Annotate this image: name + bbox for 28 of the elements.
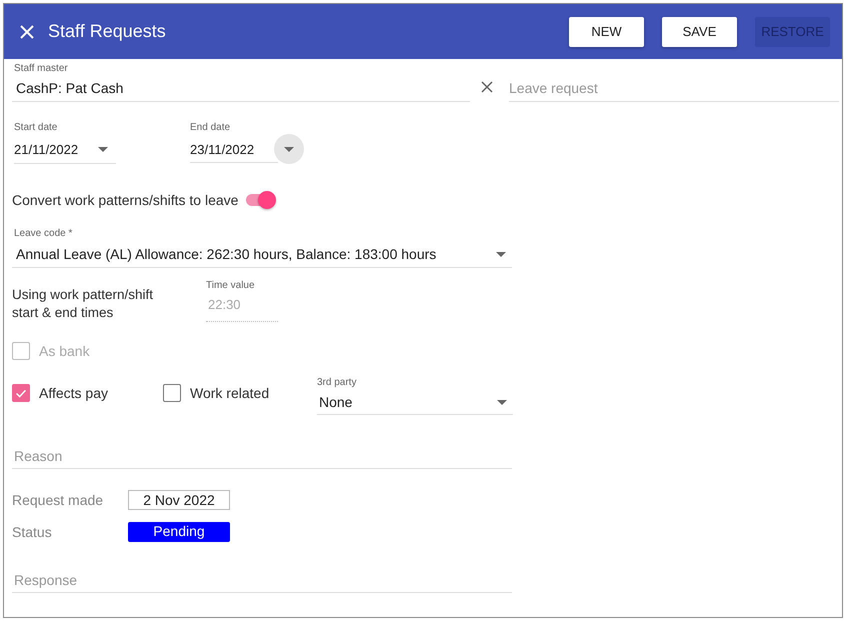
header-button[interactable]: SAVE bbox=[662, 16, 737, 46]
window-title: Staff Requests bbox=[48, 21, 166, 42]
caret-icon bbox=[497, 400, 507, 404]
time-note: Using work pattern/shift start & end times bbox=[12, 286, 154, 322]
status-label: Status bbox=[12, 524, 53, 540]
toggle-label: Convert work patterns/shifts to leave bbox=[12, 192, 238, 208]
checkbox[interactable] bbox=[163, 384, 181, 402]
checkbox-label: As bank bbox=[39, 343, 90, 359]
reason-field[interactable]: Reason bbox=[12, 448, 512, 469]
header-button[interactable]: NEW bbox=[569, 16, 644, 46]
staff-master-field[interactable]: Staff master CashP: Pat Cash bbox=[12, 63, 470, 102]
close-icon[interactable] bbox=[20, 24, 34, 38]
clear-icon[interactable] bbox=[481, 81, 493, 93]
caret-icon bbox=[284, 146, 294, 152]
status-badge: Pending bbox=[128, 522, 230, 542]
caret-icon bbox=[98, 146, 108, 152]
date-field[interactable]: Start date 21/11/2022 bbox=[14, 122, 116, 164]
request-made-label: Request made bbox=[12, 492, 104, 508]
request-date: 2 Nov 2022 bbox=[128, 490, 230, 510]
checkbox-label: Affects pay bbox=[39, 385, 108, 401]
response-field[interactable]: Response bbox=[12, 572, 512, 593]
caret-icon bbox=[496, 252, 506, 256]
leave-code-select[interactable]: Leave code * Annual Leave (AL) Allowance: 262:30 hours, Balance: 183:00 hours bbox=[12, 228, 512, 268]
third-party-select[interactable]: 3rd party None bbox=[317, 377, 513, 415]
toggle-switch[interactable] bbox=[246, 194, 274, 206]
dropdown-button[interactable] bbox=[274, 134, 304, 164]
checkbox[interactable] bbox=[12, 384, 30, 402]
checkbox-label: Work related bbox=[190, 385, 270, 401]
